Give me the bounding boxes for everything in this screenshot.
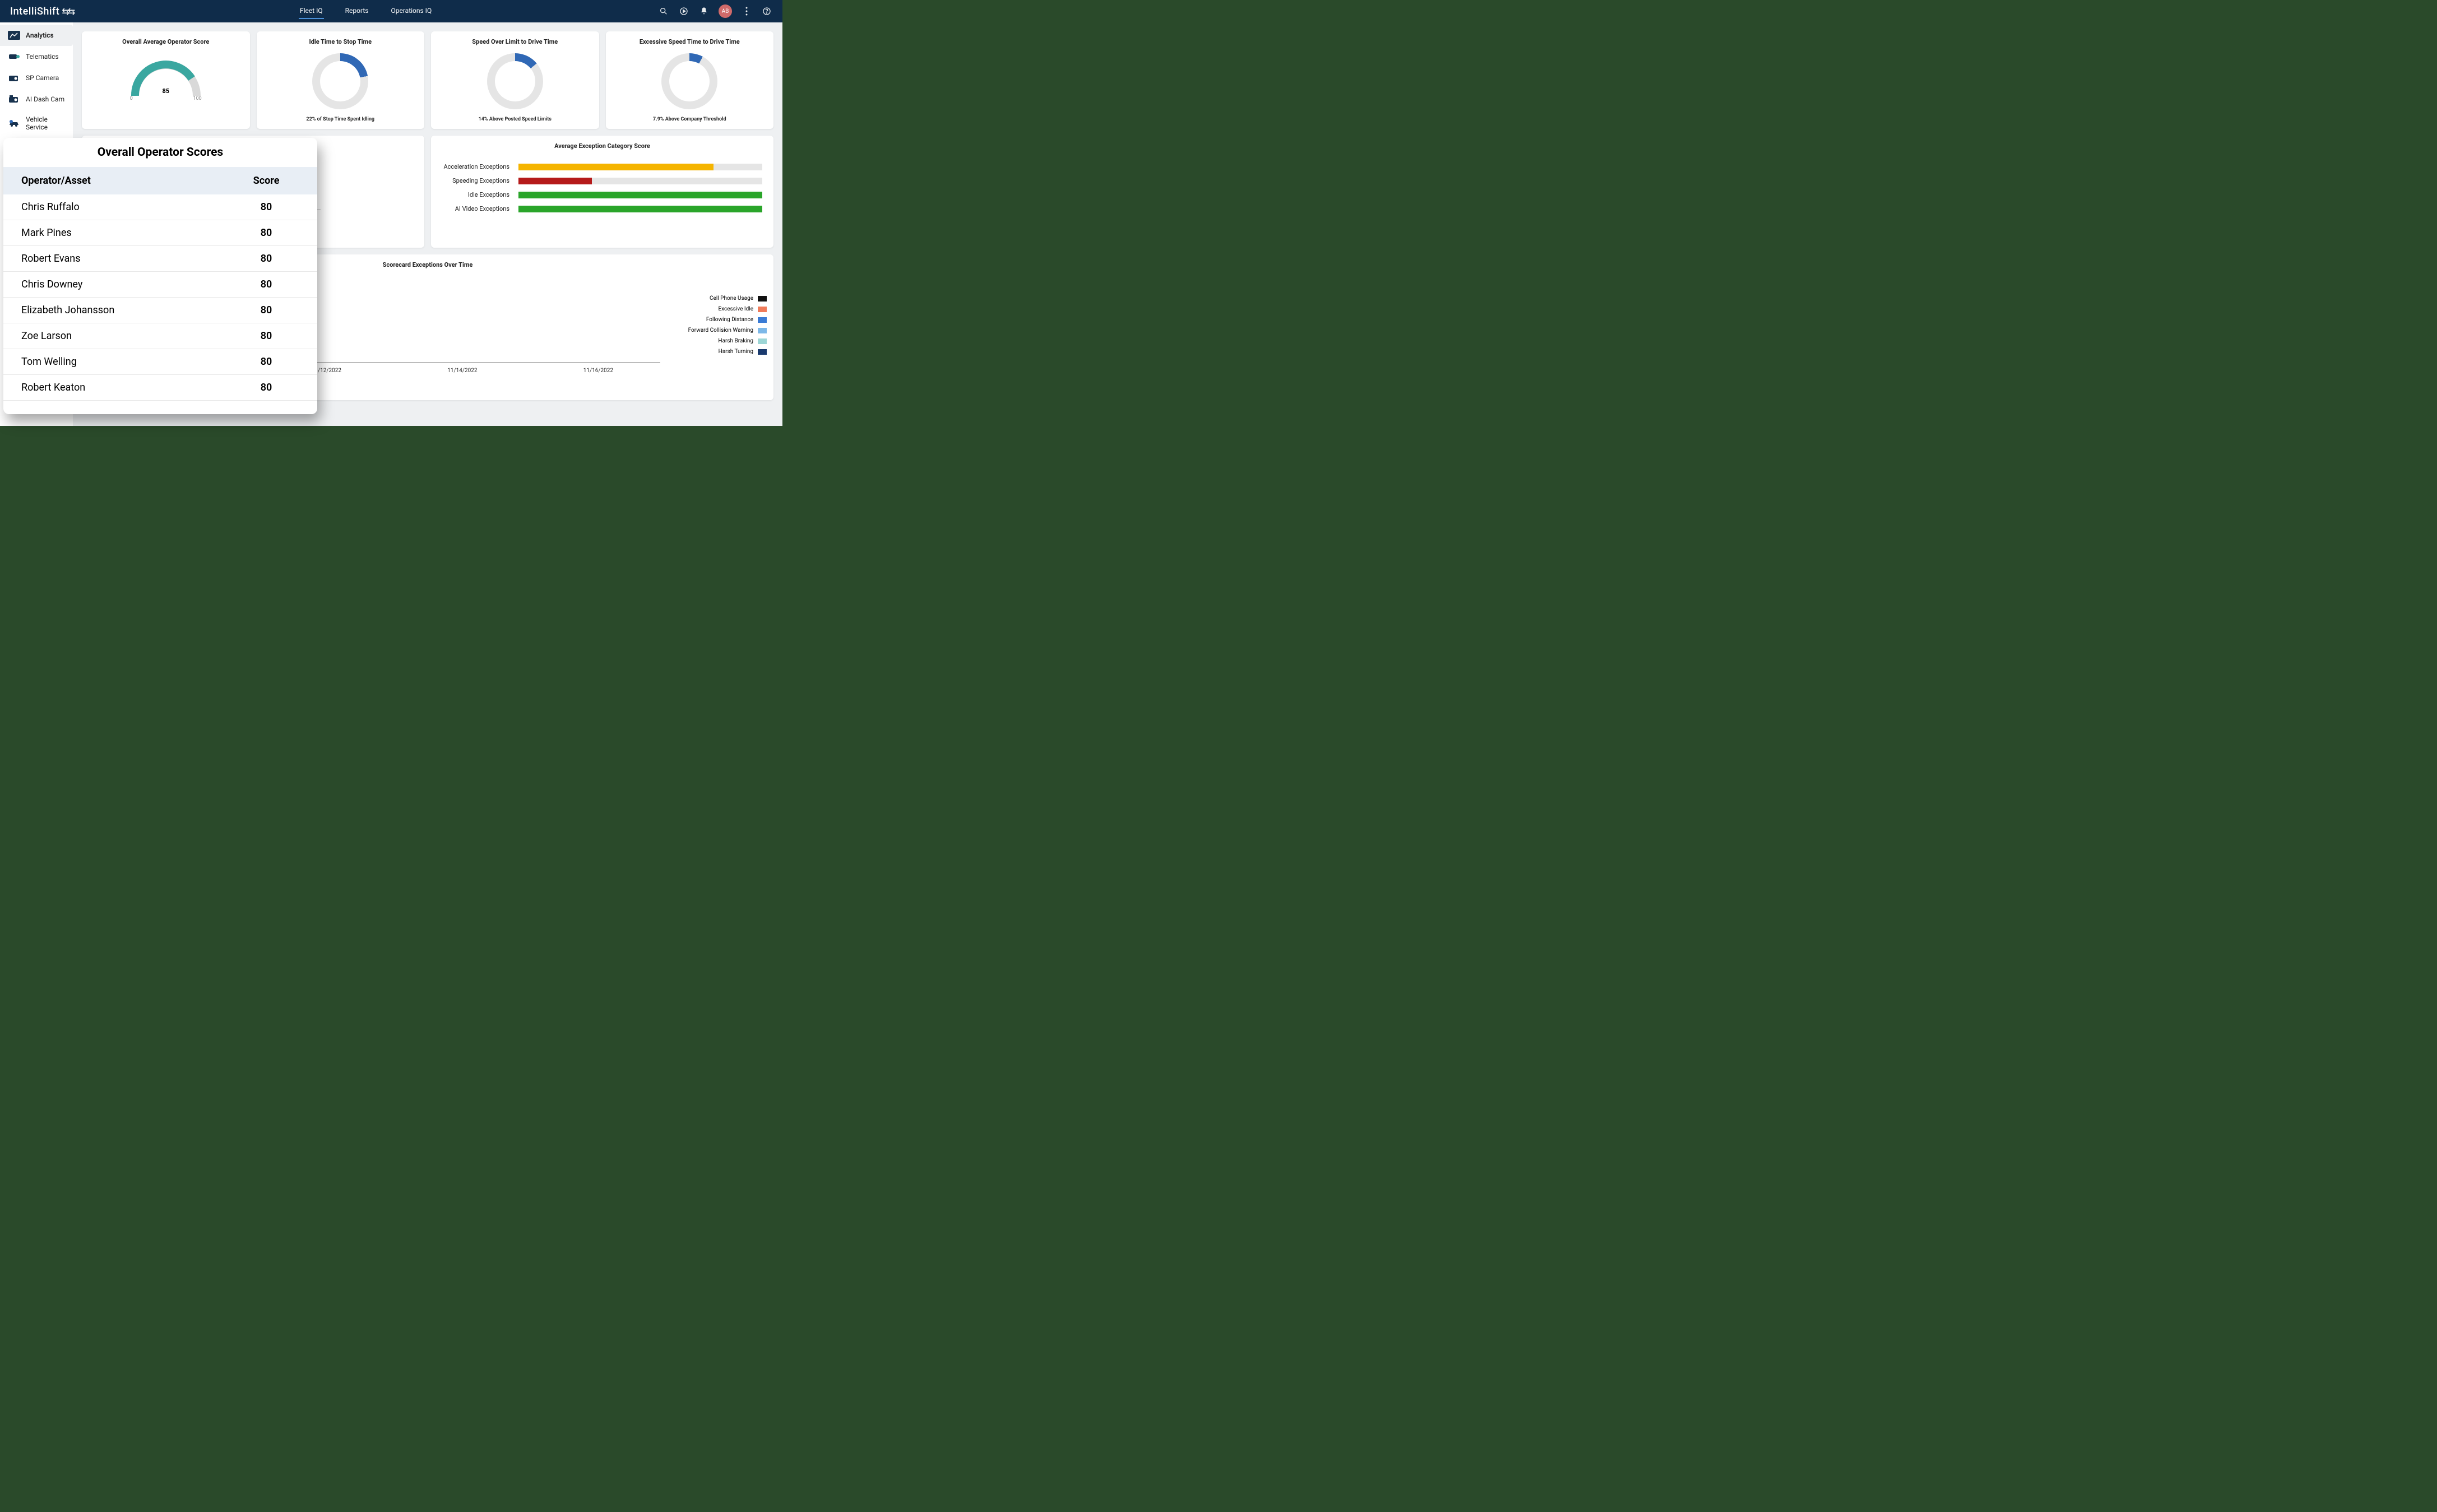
- operator-table: Operator/Asset Score Chris Ruffalo80Mark…: [3, 167, 317, 401]
- card-caption: 7.9% Above Company Threshold: [653, 117, 726, 122]
- operator-score: 80: [215, 194, 317, 220]
- operator-name: Zoe Larson: [3, 323, 215, 349]
- legend-swatch: [758, 296, 767, 302]
- donut-chart: [487, 53, 543, 109]
- exc-row: Speeding Exceptions: [442, 177, 762, 184]
- sidebar-item-label: SP Camera: [26, 74, 59, 82]
- card-title: Idle Time to Stop Time: [309, 38, 372, 45]
- operator-score: 80: [215, 323, 317, 349]
- top-actions: AB: [658, 4, 772, 18]
- avatar[interactable]: AB: [719, 4, 732, 18]
- exc-row: Idle Exceptions: [442, 191, 762, 198]
- kpi-donut-speed-limit: Speed Over Limit to Drive Time 14% Above…: [431, 31, 599, 129]
- kpi-donut-excessive: Excessive Speed Time to Drive Time 7.9% …: [606, 31, 774, 129]
- donut-chart: [312, 53, 368, 109]
- table-row[interactable]: Robert Evans80: [3, 246, 317, 272]
- legend-swatch: [758, 328, 767, 333]
- gauge-value: 85: [127, 87, 205, 95]
- exc-row: AI Video Exceptions: [442, 205, 762, 212]
- table-row[interactable]: Chris Downey80: [3, 272, 317, 298]
- operator-scores-popup: Overall Operator Scores Operator/Asset S…: [3, 138, 317, 414]
- table-row[interactable]: Robert Keaton80: [3, 375, 317, 401]
- kpi-gauge-card: Overall Average Operator Score 85 0100: [82, 31, 250, 129]
- operator-score: 80: [215, 220, 317, 246]
- sidebar-item-label: Telematics: [26, 53, 59, 61]
- operator-score: 80: [215, 375, 317, 401]
- table-row[interactable]: Mark Pines80: [3, 220, 317, 246]
- operator-name: Robert Evans: [3, 246, 215, 272]
- legend-swatch: [758, 338, 767, 344]
- exc-category-card: Average Exception Category Score Acceler…: [431, 136, 773, 248]
- card-caption: 22% of Stop Time Spent Idling: [306, 117, 374, 122]
- bell-icon[interactable]: [698, 6, 710, 17]
- app-window: IntelliShift ⇆⇆ Fleet IQ Reports Operati…: [0, 0, 782, 426]
- operator-score: 80: [215, 298, 317, 323]
- kebab-icon[interactable]: [741, 6, 752, 17]
- donut-chart: [661, 53, 717, 109]
- operator-name: Elizabeth Johansson: [3, 298, 215, 323]
- th-score: Score: [215, 167, 317, 194]
- search-icon[interactable]: [658, 6, 669, 17]
- table-row[interactable]: Chris Ruffalo80: [3, 194, 317, 220]
- operator-name: Chris Ruffalo: [3, 194, 215, 220]
- popup-title: Overall Operator Scores: [3, 146, 317, 159]
- operator-score: 80: [215, 246, 317, 272]
- nav-operations-iq[interactable]: Operations IQ: [390, 3, 433, 19]
- table-row[interactable]: Zoe Larson80: [3, 323, 317, 349]
- sidebar-item-telematics[interactable]: Telematics: [0, 46, 73, 67]
- legend-swatch: [758, 349, 767, 355]
- card-title: Scorecard Exceptions Over Time: [383, 261, 473, 268]
- vehicle-service-icon: [8, 118, 20, 128]
- kpi-donut-idle: Idle Time to Stop Time 22% of Stop Time …: [257, 31, 425, 129]
- sidebar-item-label: Vehicle Service: [26, 115, 65, 131]
- operator-name: Tom Welling: [3, 349, 215, 375]
- table-row[interactable]: Tom Welling80: [3, 349, 317, 375]
- legend: Cell Phone Usage Excessive Idle Followin…: [671, 273, 767, 374]
- nav-fleet-iq[interactable]: Fleet IQ: [299, 3, 324, 19]
- topbar: IntelliShift ⇆⇆ Fleet IQ Reports Operati…: [0, 0, 782, 22]
- play-icon[interactable]: [678, 6, 689, 17]
- telematics-icon: [8, 52, 20, 62]
- sidebar-item-ai-dash-cam[interactable]: AI Dash Cam: [0, 89, 73, 110]
- brand-name: IntelliShift: [10, 6, 59, 17]
- sidebar-item-sp-camera[interactable]: SP Camera: [0, 67, 73, 89]
- operator-score: 80: [215, 272, 317, 298]
- th-operator: Operator/Asset: [3, 167, 215, 194]
- analytics-icon: [8, 30, 20, 40]
- brand-logo: IntelliShift ⇆⇆: [10, 6, 73, 17]
- legend-swatch: [758, 317, 767, 323]
- operator-name: Mark Pines: [3, 220, 215, 246]
- table-row[interactable]: Elizabeth Johansson80: [3, 298, 317, 323]
- help-icon[interactable]: [761, 6, 772, 17]
- card-title: Speed Over Limit to Drive Time: [472, 38, 558, 45]
- card-title: Excessive Speed Time to Drive Time: [640, 38, 740, 45]
- nav-reports[interactable]: Reports: [344, 3, 370, 19]
- operator-name: Robert Keaton: [3, 375, 215, 401]
- dashcam-icon: [8, 94, 20, 104]
- sidebar-item-label: AI Dash Cam: [26, 95, 64, 103]
- sidebar-item-label: Analytics: [26, 31, 54, 39]
- top-nav: Fleet IQ Reports Operations IQ: [85, 3, 647, 19]
- exc-list: Acceleration Exceptions Speeding Excepti…: [438, 154, 767, 221]
- card-title: Overall Average Operator Score: [122, 38, 209, 45]
- sidebar-item-vehicle-service[interactable]: Vehicle Service: [0, 110, 73, 137]
- card-caption: 14% Above Posted Speed Limits: [479, 117, 552, 122]
- gauge-chart: 85 0100: [127, 55, 205, 100]
- operator-name: Chris Downey: [3, 272, 215, 298]
- kpi-row: Overall Average Operator Score 85 0100 I…: [82, 31, 773, 129]
- legend-swatch: [758, 307, 767, 312]
- card-title: Average Exception Category Score: [554, 142, 650, 150]
- brand-icon: ⇆⇆: [62, 6, 73, 17]
- operator-score: 80: [215, 349, 317, 375]
- exc-row: Acceleration Exceptions: [442, 163, 762, 170]
- sidebar-item-analytics[interactable]: Analytics: [0, 25, 73, 46]
- camera-icon: [8, 73, 20, 83]
